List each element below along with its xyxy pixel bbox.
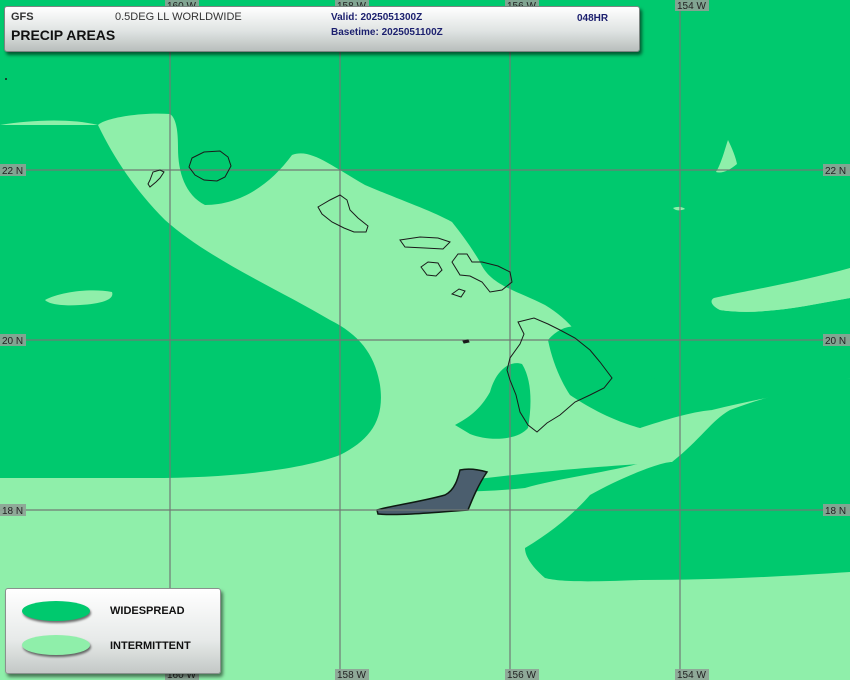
lat-label-20n-right: 20 N [825, 336, 846, 347]
precip-map: 22 N 20 N 18 N 22 N 20 N 18 N 160 W 158 … [0, 0, 850, 680]
lat-label-22n-right: 22 N [825, 166, 846, 177]
lat-label-20n-left: 20 N [2, 336, 23, 347]
lon-label-154w-top: 154 W [677, 1, 706, 12]
marker-dot [5, 78, 7, 80]
lon-label-158w-bottom: 158 W [337, 670, 366, 680]
legend-label-widespread: WIDESPREAD [110, 605, 185, 617]
lat-label-18n-right: 18 N [825, 506, 846, 517]
lat-label-22n-left: 22 N [2, 166, 23, 177]
forecast-hour: 048HR [577, 13, 609, 24]
valid-time: Valid: 2025051300Z [331, 12, 423, 23]
legend-label-intermittent: INTERMITTENT [110, 640, 191, 652]
lat-label-18n-left: 18 N [2, 506, 23, 517]
legend: WIDESPREAD INTERMITTENT [5, 588, 221, 674]
chart-header: GFS 0.5DEG LL WORLDWIDE PRECIP AREAS Val… [4, 6, 640, 52]
base-time: Basetime: 2025051100Z [331, 27, 443, 38]
lon-label-154w-bottom: 154 W [677, 670, 706, 680]
coastline-small-islet [462, 339, 470, 344]
chart-title: PRECIP AREAS [11, 27, 116, 43]
product-name: 0.5DEG LL WORLDWIDE [115, 11, 242, 23]
model-name: GFS [11, 11, 34, 23]
legend-swatch-intermittent [22, 635, 90, 655]
legend-swatch-widespread [22, 601, 90, 621]
lon-label-156w-bottom: 156 W [507, 670, 536, 680]
